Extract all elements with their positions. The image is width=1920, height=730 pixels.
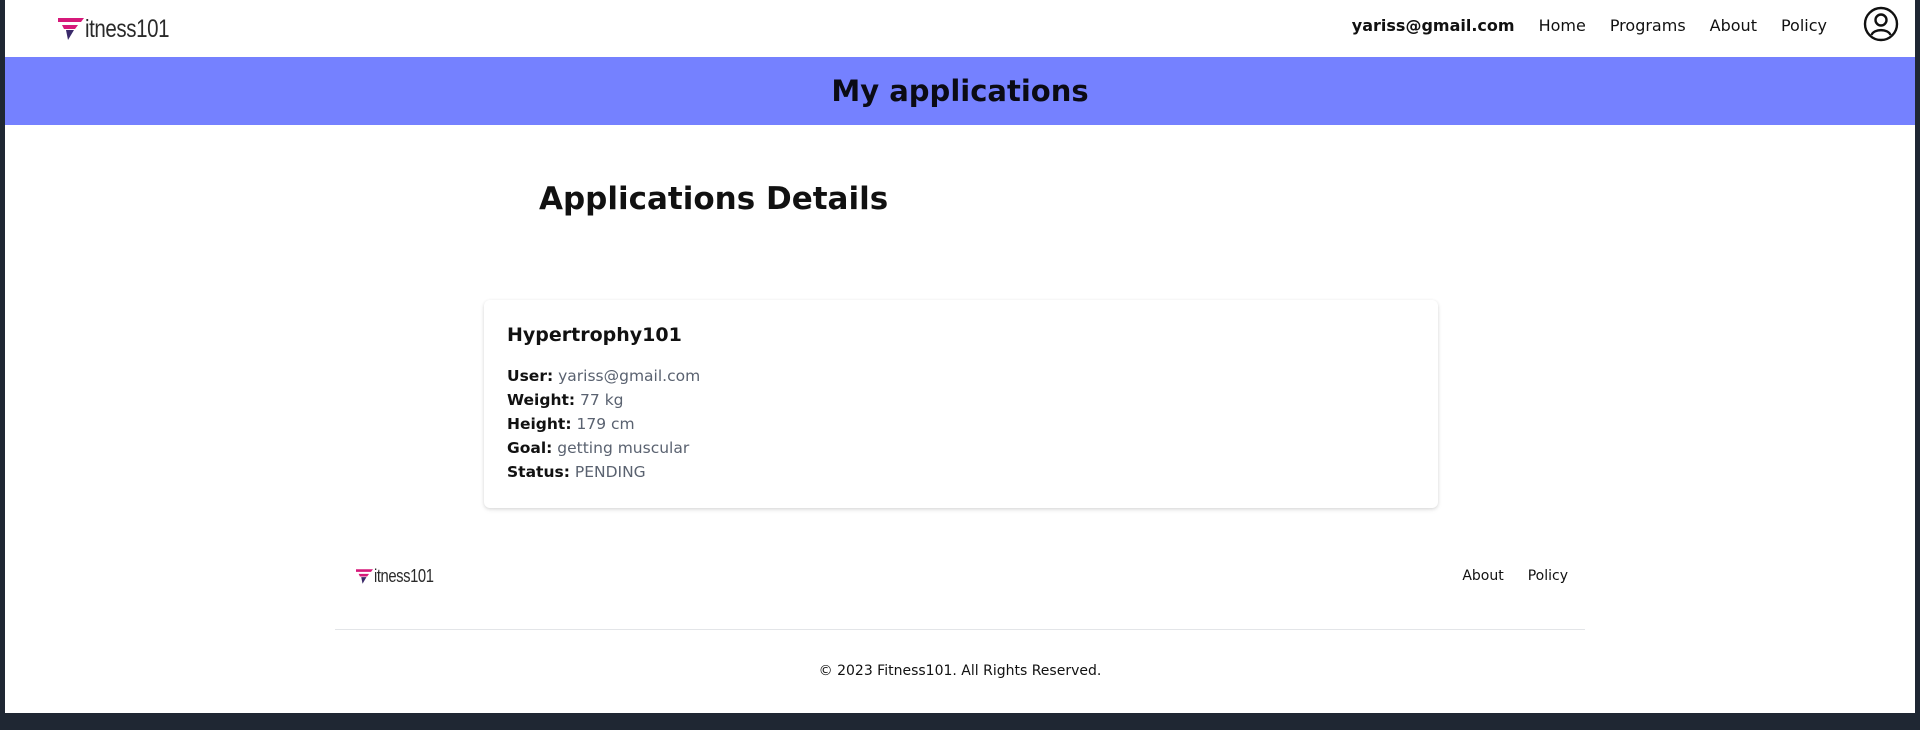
field-value: 77 kg xyxy=(580,391,624,409)
brand-mark-icon xyxy=(58,18,84,40)
program-name: Hypertrophy101 xyxy=(507,324,682,346)
field-label: Height: xyxy=(507,415,572,433)
footer-divider xyxy=(335,629,1585,630)
user-email: yariss@gmail.com xyxy=(1351,15,1515,35)
copyright-text: © 2023 Fitness101. All Rights Reserved. xyxy=(818,663,1102,679)
navbar: itness101 yariss@gmail.com Home Programs… xyxy=(5,0,1915,57)
field-user: User: yariss@gmail.com xyxy=(507,364,1415,388)
page-title: My applications xyxy=(831,74,1089,108)
field-status: Status: PENDING xyxy=(507,460,1415,484)
footer-brand-name: itness101 xyxy=(374,566,434,586)
field-label: User: xyxy=(507,367,554,385)
field-weight: Weight: 77 kg xyxy=(507,388,1415,412)
footer-about-link[interactable]: About xyxy=(1462,568,1503,584)
brand-name: itness101 xyxy=(85,15,170,43)
field-height: Height: 179 cm xyxy=(507,412,1415,436)
section-title: Applications Details xyxy=(539,181,889,217)
application-card: Hypertrophy101 User: yariss@gmail.com We… xyxy=(484,300,1438,508)
field-label: Weight: xyxy=(507,391,576,409)
footer-nav: About Policy xyxy=(1462,568,1568,584)
page: itness101 yariss@gmail.com Home Programs… xyxy=(5,0,1915,713)
nav-programs-link[interactable]: Programs xyxy=(1610,16,1686,35)
top-nav: yariss@gmail.com Home Programs About Pol… xyxy=(1352,0,1827,50)
field-value: yariss@gmail.com xyxy=(558,367,701,385)
field-label: Status: xyxy=(507,463,570,481)
footer-brand-logo[interactable]: itness101 xyxy=(356,567,447,585)
page-banner: My applications xyxy=(5,57,1915,125)
nav-home-link[interactable]: Home xyxy=(1539,16,1586,35)
status-badge: PENDING xyxy=(574,463,646,481)
user-circle-icon[interactable] xyxy=(1863,6,1899,42)
field-value: 179 cm xyxy=(576,415,635,433)
nav-policy-link[interactable]: Policy xyxy=(1781,16,1827,35)
brand-mark-icon xyxy=(356,568,373,584)
field-goal: Goal: getting muscular xyxy=(507,436,1415,460)
field-label: Goal: xyxy=(507,439,553,457)
brand-logo[interactable]: itness101 xyxy=(58,16,188,42)
field-value: getting muscular xyxy=(557,439,690,457)
footer-policy-link[interactable]: Policy xyxy=(1528,568,1568,584)
nav-about-link[interactable]: About xyxy=(1710,16,1757,35)
